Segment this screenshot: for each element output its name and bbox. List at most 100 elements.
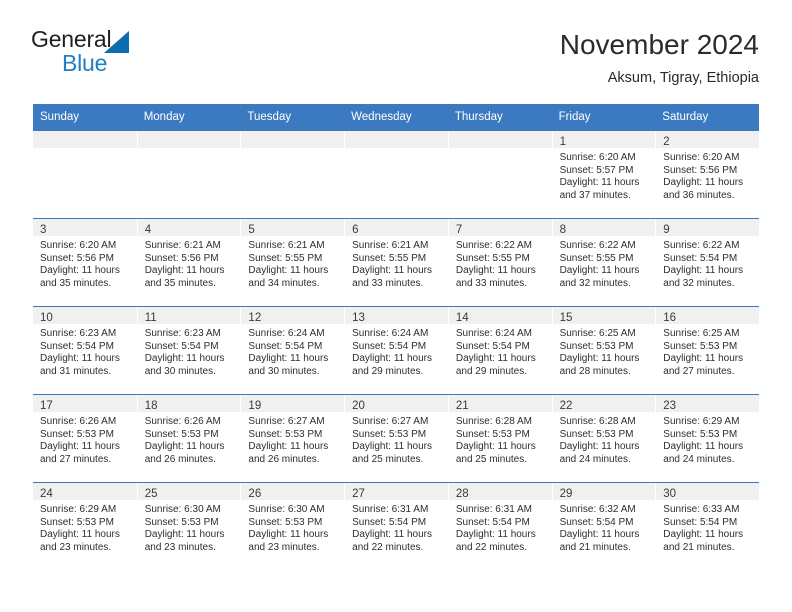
day-cell[interactable]: 26 Sunrise: 6:30 AM Sunset: 5:53 PM Dayl… [240, 483, 345, 570]
day-number-strip [241, 131, 345, 148]
day-cell[interactable]: 11 Sunrise: 6:23 AM Sunset: 5:54 PM Dayl… [136, 307, 241, 394]
day-cell[interactable]: 6 Sunrise: 6:21 AM Sunset: 5:55 PM Dayli… [344, 219, 448, 306]
day-number-strip: 2 [656, 131, 759, 148]
day-number: 13 [352, 312, 365, 324]
weekday-header-row: Sunday Monday Tuesday Wednesday Thursday… [33, 104, 759, 130]
day-details: Sunrise: 6:27 AM Sunset: 5:53 PM Dayligh… [241, 412, 344, 466]
sunset-text: Sunset: 5:57 PM [559, 164, 634, 176]
day-number-strip: 7 [448, 219, 552, 236]
day-cell[interactable]: 18 Sunrise: 6:26 AM Sunset: 5:53 PM Dayl… [136, 395, 241, 482]
day-number-strip: 30 [656, 483, 759, 500]
day-number: 11 [144, 312, 157, 324]
sunrise-text: Sunrise: 6:29 AM [663, 416, 740, 427]
sunset-text: Sunset: 5:53 PM [40, 428, 114, 440]
day-cell[interactable] [136, 131, 241, 218]
sunset-text: Sunset: 5:55 PM [248, 252, 323, 264]
day-details: Sunrise: 6:22 AM Sunset: 5:54 PM Dayligh… [656, 236, 759, 290]
day-number-strip: 4 [137, 219, 241, 236]
sunset-text: Sunset: 5:54 PM [663, 252, 738, 264]
daylight-text-line2: and 27 minutes. [663, 365, 735, 377]
sunset-text: Sunset: 5:54 PM [352, 340, 427, 352]
day-details: Sunrise: 6:26 AM Sunset: 5:53 PM Dayligh… [138, 412, 241, 466]
day-number: 23 [663, 400, 677, 412]
daylight-text-line2: and 24 minutes. [559, 453, 631, 465]
day-number: 27 [352, 488, 365, 500]
general-blue-logo[interactable]: General Blue [31, 26, 231, 78]
page-title: November 2024 [559, 29, 759, 60]
day-cell[interactable]: 16 Sunrise: 6:25 AM Sunset: 5:53 PM Dayl… [655, 307, 759, 394]
sunset-text: Sunset: 5:56 PM [663, 164, 738, 176]
daylight-text-line2: and 29 minutes. [455, 365, 528, 377]
day-cell[interactable]: 27 Sunrise: 6:31 AM Sunset: 5:54 PM Dayl… [344, 483, 448, 570]
sunset-text: Sunset: 5:53 PM [248, 428, 323, 440]
sunrise-text: Sunrise: 6:32 AM [559, 504, 636, 515]
day-cell[interactable] [33, 131, 137, 218]
day-cell[interactable]: 13 Sunrise: 6:24 AM Sunset: 5:54 PM Dayl… [344, 307, 448, 394]
day-cell[interactable] [344, 131, 448, 218]
day-cell[interactable]: 7 Sunrise: 6:22 AM Sunset: 5:55 PM Dayli… [447, 219, 552, 306]
day-number-strip [137, 131, 241, 148]
page-header: General Blue November 2024 Aksum, Tigray… [0, 0, 792, 104]
day-cell[interactable]: 23 Sunrise: 6:29 AM Sunset: 5:53 PM Dayl… [655, 395, 759, 482]
day-cell[interactable]: 4 Sunrise: 6:21 AM Sunset: 5:56 PM Dayli… [136, 219, 241, 306]
daylight-text-line2: and 30 minutes. [248, 365, 320, 377]
day-cell[interactable]: 25 Sunrise: 6:30 AM Sunset: 5:53 PM Dayl… [136, 483, 241, 570]
sunset-text: Sunset: 5:54 PM [352, 516, 427, 528]
daylight-text-line2: and 37 minutes. [559, 189, 631, 201]
daylight-text-line1: Daylight: 11 hours [663, 353, 744, 365]
day-cell[interactable]: 24 Sunrise: 6:29 AM Sunset: 5:53 PM Dayl… [33, 483, 137, 570]
day-cell[interactable]: 17 Sunrise: 6:26 AM Sunset: 5:53 PM Dayl… [33, 395, 137, 482]
day-cell[interactable]: 12 Sunrise: 6:24 AM Sunset: 5:54 PM Dayl… [240, 307, 345, 394]
day-cell[interactable]: 21 Sunrise: 6:28 AM Sunset: 5:53 PM Dayl… [447, 395, 552, 482]
day-number-strip: 26 [241, 483, 345, 500]
day-cell[interactable]: 8 Sunrise: 6:22 AM Sunset: 5:55 PM Dayli… [551, 219, 656, 306]
daylight-text-line1: Daylight: 11 hours [248, 265, 329, 277]
daylight-text-line2: and 21 minutes. [663, 541, 735, 553]
day-cell[interactable]: 19 Sunrise: 6:27 AM Sunset: 5:53 PM Dayl… [240, 395, 345, 482]
day-number: 14 [455, 312, 469, 324]
day-cell[interactable]: 22 Sunrise: 6:28 AM Sunset: 5:53 PM Dayl… [551, 395, 656, 482]
daylight-text-line2: and 35 minutes. [144, 277, 216, 289]
daylight-text-line1: Daylight: 11 hours [352, 529, 432, 541]
day-cell[interactable]: 1 Sunrise: 6:20 AM Sunset: 5:57 PM Dayli… [551, 131, 656, 218]
sunrise-text: Sunrise: 6:22 AM [559, 240, 636, 251]
sunset-text: Sunset: 5:54 PM [40, 340, 114, 352]
day-number-strip: 9 [656, 219, 759, 236]
day-number: 17 [40, 400, 53, 412]
day-cell[interactable] [447, 131, 552, 218]
sunset-text: Sunset: 5:53 PM [40, 516, 114, 528]
week-row: 10 Sunrise: 6:23 AM Sunset: 5:54 PM Dayl… [33, 306, 759, 394]
day-cell[interactable]: 9 Sunrise: 6:22 AM Sunset: 5:54 PM Dayli… [655, 219, 759, 306]
weekday-header-saturday: Saturday [662, 111, 709, 123]
day-number: 12 [248, 312, 262, 324]
day-number-strip: 10 [33, 307, 137, 324]
day-cell[interactable]: 10 Sunrise: 6:23 AM Sunset: 5:54 PM Dayl… [33, 307, 137, 394]
sunrise-text: Sunrise: 6:20 AM [559, 152, 636, 163]
day-cell[interactable] [240, 131, 345, 218]
day-cell[interactable]: 5 Sunrise: 6:21 AM Sunset: 5:55 PM Dayli… [240, 219, 345, 306]
day-number: 4 [144, 224, 152, 236]
daylight-text-line2: and 21 minutes. [559, 541, 631, 553]
daylight-text-line1: Daylight: 11 hours [559, 441, 640, 453]
day-details: Sunrise: 6:29 AM Sunset: 5:53 PM Dayligh… [33, 500, 137, 554]
day-details: Sunrise: 6:20 AM Sunset: 5:57 PM Dayligh… [553, 148, 656, 202]
day-number: 9 [663, 224, 670, 236]
day-cell[interactable]: 15 Sunrise: 6:25 AM Sunset: 5:53 PM Dayl… [551, 307, 656, 394]
day-cell[interactable]: 20 Sunrise: 6:27 AM Sunset: 5:53 PM Dayl… [344, 395, 448, 482]
day-number: 30 [663, 488, 677, 500]
day-cell[interactable]: 28 Sunrise: 6:31 AM Sunset: 5:54 PM Dayl… [447, 483, 552, 570]
sunrise-text: Sunrise: 6:24 AM [455, 328, 532, 339]
day-details: Sunrise: 6:22 AM Sunset: 5:55 PM Dayligh… [553, 236, 656, 290]
sunrise-text: Sunrise: 6:31 AM [455, 504, 532, 515]
day-cell[interactable]: 3 Sunrise: 6:20 AM Sunset: 5:56 PM Dayli… [33, 219, 137, 306]
day-cell[interactable]: 2 Sunrise: 6:20 AM Sunset: 5:56 PM Dayli… [655, 131, 759, 218]
day-details: Sunrise: 6:28 AM Sunset: 5:53 PM Dayligh… [553, 412, 656, 466]
day-cell[interactable]: 29 Sunrise: 6:32 AM Sunset: 5:54 PM Dayl… [551, 483, 656, 570]
day-details: Sunrise: 6:20 AM Sunset: 5:56 PM Dayligh… [656, 148, 759, 202]
daylight-text-line2: and 25 minutes. [455, 453, 528, 465]
sunset-text: Sunset: 5:54 PM [455, 516, 530, 528]
day-details: Sunrise: 6:20 AM Sunset: 5:56 PM Dayligh… [33, 236, 137, 290]
day-cell[interactable]: 30 Sunrise: 6:33 AM Sunset: 5:54 PM Dayl… [655, 483, 759, 570]
day-cell[interactable]: 14 Sunrise: 6:24 AM Sunset: 5:54 PM Dayl… [447, 307, 552, 394]
sunrise-text: Sunrise: 6:30 AM [144, 504, 221, 515]
